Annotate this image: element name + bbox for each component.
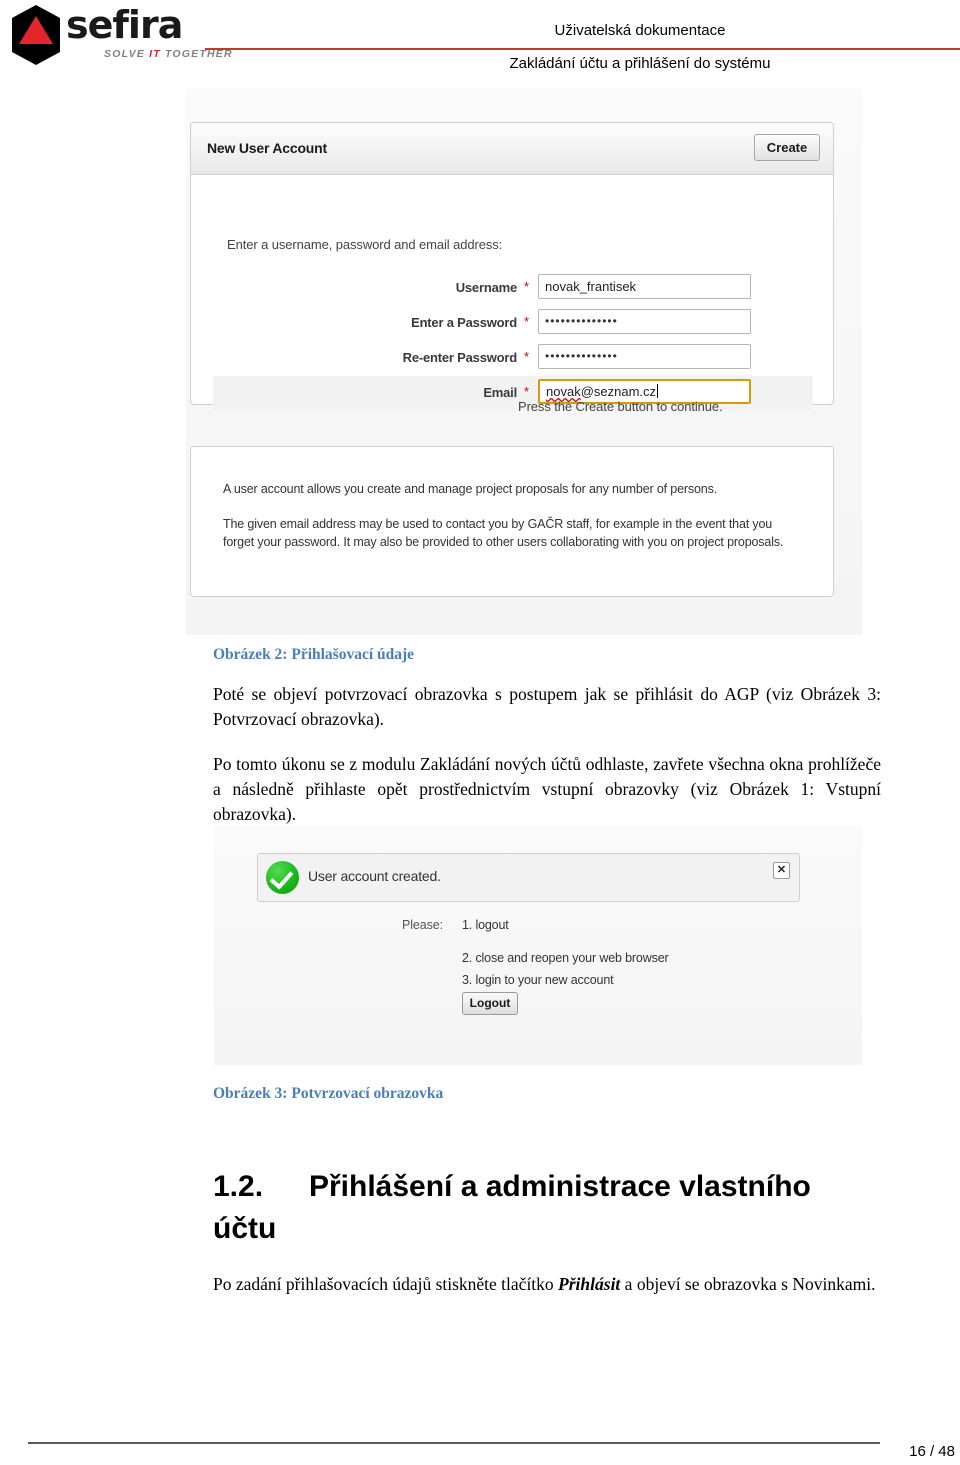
close-icon[interactable]: ✕	[773, 862, 790, 879]
form-row-reenter-password: Re-enter Password * ••••••••••••••	[213, 341, 813, 375]
step-item-3: 3. login to your new account	[462, 973, 614, 987]
footer-page-number: 16 / 48	[909, 1443, 955, 1460]
account-info-panel: A user account allows you create and man…	[190, 446, 834, 597]
tagline-it: IT	[149, 48, 161, 60]
username-label: Username	[455, 280, 517, 295]
para3-after: a objeví se obrazovka s Novinkami.	[620, 1274, 876, 1294]
success-alert-box: User account created. ✕	[257, 853, 800, 902]
form-row-email: Email * novak@seznam.cz	[213, 376, 813, 410]
header-doc-subject: Zakládání účtu a přihlášení do systému	[509, 55, 771, 72]
please-label: Please:	[402, 918, 443, 932]
info-paragraph-1: A user account allows you create and man…	[223, 482, 718, 496]
email-label: Email	[483, 385, 517, 400]
reenter-password-input[interactable]: ••••••••••••••	[538, 344, 751, 369]
tagline-solve: SOLVE	[104, 48, 150, 60]
step-item-1: 1. logout	[462, 918, 509, 932]
alert-message: User account created.	[308, 868, 441, 884]
section-heading: 1.2. Přihlášení a administrace vlastního …	[213, 1166, 813, 1250]
body-paragraph-2: Po tomto úkonu se z modulu Zakládání nov…	[213, 754, 881, 824]
figure-caption-2: Obrázek 2: Přihlašovací údaje	[213, 646, 415, 663]
section-number: 1.2.	[213, 1170, 264, 1203]
form-row-username: Username * novak_frantisek	[213, 271, 813, 305]
info-paragraph-2: The given email address may be used to c…	[223, 517, 784, 549]
sefira-logo-mark	[12, 5, 60, 65]
form-intro-text: Enter a username, password and email add…	[227, 237, 503, 252]
password-input[interactable]: ••••••••••••••	[538, 309, 751, 334]
logout-button[interactable]: Logout	[462, 992, 518, 1015]
sefira-logo: sefira SOLVE IT TOGETHER	[8, 3, 232, 66]
form-row-password: Enter a Password * ••••••••••••••	[213, 306, 813, 340]
document-header: sefira SOLVE IT TOGETHER Uživatelská dok…	[0, 0, 960, 86]
username-input[interactable]: novak_frantisek	[538, 274, 751, 299]
success-check-icon	[266, 861, 299, 894]
para3-emphasis: Přihlásit	[558, 1274, 621, 1294]
email-domain-part: @seznam.cz	[580, 384, 657, 399]
reenter-password-required-marker: *	[524, 349, 530, 364]
email-required-marker: *	[524, 384, 530, 399]
body-paragraph-3: Po zadání přihlašovacích údajů stiskněte…	[213, 1272, 881, 1297]
step-item-2: 2. close and reopen your web browser	[462, 951, 669, 965]
password-required-marker: *	[524, 314, 530, 329]
new-user-account-panel: New User Account Create Enter a username…	[190, 122, 834, 414]
reenter-password-label: Re-enter Password	[402, 350, 518, 365]
email-misspelled-part: novak	[546, 384, 581, 399]
form-hint-text: Press the Create button to continue.	[518, 399, 723, 414]
sefira-wordmark: sefira	[66, 3, 183, 47]
text-caret	[657, 384, 659, 398]
screenshot-confirmation: User account created. ✕ Please: 1. logou…	[214, 826, 862, 1065]
header-red-rule	[205, 48, 960, 50]
footer-rule	[28, 1442, 880, 1444]
username-required-marker: *	[524, 279, 530, 294]
screenshot-new-user-account: New User Account Create Enter a username…	[186, 89, 862, 635]
header-doc-type: Uživatelská dokumentace	[554, 22, 726, 39]
create-button[interactable]: Create	[754, 134, 820, 161]
para3-before: Po zadání přihlašovacích údajů stiskněte…	[213, 1274, 559, 1294]
password-label: Enter a Password	[411, 315, 517, 330]
panel-title: New User Account	[207, 140, 327, 156]
body-paragraph-1: Poté se objeví potvrzovací obrazovka s p…	[213, 684, 881, 729]
figure-caption-3: Obrázek 3: Potvrzovací obrazovka	[213, 1085, 444, 1102]
